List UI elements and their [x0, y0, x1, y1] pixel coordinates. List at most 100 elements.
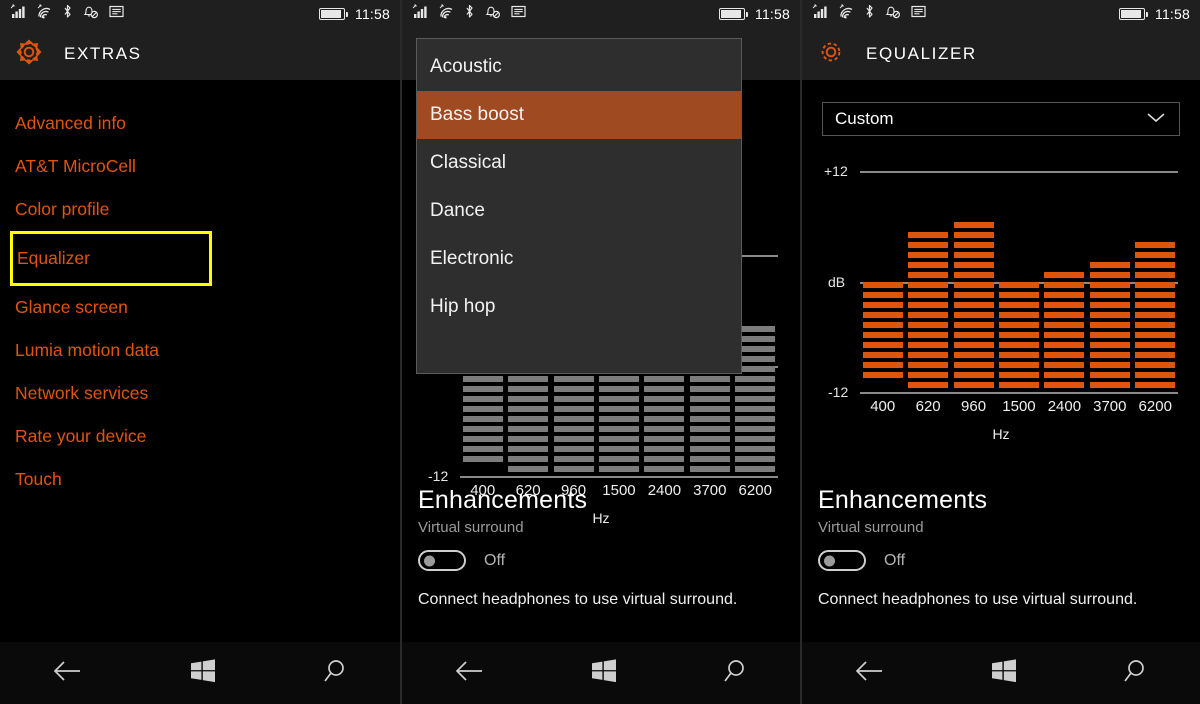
dropdown-option-classical[interactable]: Classical [417, 139, 741, 187]
eq-band-2400[interactable] [1042, 142, 1087, 422]
eq-segment [1044, 382, 1085, 388]
eq-band-620[interactable] [905, 142, 950, 422]
windows-start-icon[interactable] [589, 657, 619, 690]
eq-segment [735, 436, 776, 442]
windows-start-icon[interactable] [989, 657, 1019, 690]
eq-bar-3700[interactable] [1089, 262, 1130, 392]
eq-segment [644, 456, 685, 462]
eq-band-400[interactable] [860, 142, 905, 422]
enhancements-heading: Enhancements [418, 486, 588, 514]
eq-segment [908, 272, 949, 278]
enhancements-heading: Enhancements [818, 486, 988, 514]
preset-select[interactable]: Custom [822, 102, 1180, 136]
eq-band-960[interactable] [951, 142, 996, 422]
cellular-signal-icon [812, 4, 829, 24]
eq-segment [1044, 272, 1085, 278]
eq-segment [1044, 332, 1085, 338]
eq-segment [953, 252, 994, 258]
status-time: 11:58 [755, 6, 790, 22]
search-icon[interactable] [721, 657, 749, 690]
eq-segment [953, 312, 994, 318]
axis-label-minus12: -12 [828, 384, 849, 400]
eq-segment [908, 342, 949, 348]
virtual-surround-label: Virtual surround [818, 519, 924, 536]
eq-bar-1500[interactable] [998, 282, 1039, 392]
eq-bar-620[interactable] [908, 232, 949, 392]
status-icons [812, 4, 927, 24]
sidebar-item-network-services[interactable]: Network services [14, 372, 400, 415]
eq-band-1500[interactable] [996, 142, 1041, 422]
sidebar-item-att-microcell[interactable]: AT&T MicroCell [14, 145, 400, 188]
eq-segment [644, 376, 685, 382]
sidebar-item-advanced-info[interactable]: Advanced info [14, 102, 400, 145]
sidebar-item-equalizer[interactable]: Equalizer [10, 231, 212, 286]
eq-segment [1135, 332, 1176, 338]
virtual-surround-hint: Connect headphones to use virtual surrou… [818, 591, 1138, 608]
status-bar: 11:58 [402, 0, 800, 28]
eq-segment [689, 446, 730, 452]
dropdown-option-bass-boost[interactable]: Bass boost [417, 91, 741, 139]
eq-band-6200[interactable] [1133, 142, 1178, 422]
dropdown-option-dance[interactable]: Dance [417, 187, 741, 235]
battery-icon [319, 8, 348, 20]
eq-segment [908, 242, 949, 248]
eq-bar-2400[interactable] [644, 356, 685, 476]
eq-segment [508, 436, 549, 442]
status-bar: 11:58 [0, 0, 400, 28]
eq-segment [462, 426, 503, 432]
eq-segment [1089, 272, 1130, 278]
eq-band-3700[interactable] [1087, 142, 1132, 422]
back-arrow-icon[interactable] [51, 658, 85, 689]
dropdown-option-acoustic[interactable]: Acoustic [417, 43, 741, 91]
eq-bar-1500[interactable] [598, 366, 639, 476]
search-icon[interactable] [1121, 657, 1149, 690]
eq-segment [908, 382, 949, 388]
freq-tick-1500: 1500 [1002, 398, 1036, 415]
back-arrow-icon[interactable] [453, 658, 487, 689]
eq-segment [1135, 342, 1176, 348]
back-arrow-icon[interactable] [853, 658, 887, 689]
sidebar-item-touch[interactable]: Touch [14, 458, 400, 501]
eq-segment [553, 436, 594, 442]
sidebar-item-lumia-motion-data[interactable]: Lumia motion data [14, 329, 400, 372]
sidebar-item-color-profile[interactable]: Color profile [14, 188, 400, 231]
eq-bar-400[interactable] [462, 366, 503, 466]
sidebar-item-glance-screen[interactable]: Glance screen [14, 286, 400, 329]
eq-segment [462, 406, 503, 412]
eq-segment [735, 456, 776, 462]
eq-segment [598, 466, 639, 472]
windows-start-icon[interactable] [188, 657, 218, 690]
eq-segment [553, 406, 594, 412]
eq-bar-400[interactable] [862, 282, 903, 382]
eq-bar-6200[interactable] [1135, 242, 1176, 392]
frequency-tick-labels: 400 620 960 1500 2400 3700 6200 [860, 398, 1178, 415]
status-bar: 11:58 [802, 0, 1200, 28]
dropdown-option-electronic[interactable]: Electronic [417, 235, 741, 283]
eq-segment [644, 446, 685, 452]
eq-segment [689, 376, 730, 382]
freq-tick-960: 960 [961, 398, 987, 415]
eq-segment [1089, 262, 1130, 268]
eq-bar-960[interactable] [953, 222, 994, 392]
virtual-surround-toggle[interactable] [818, 550, 866, 571]
ringer-off-icon [82, 4, 99, 24]
preset-value: Custom [835, 109, 894, 128]
search-icon[interactable] [321, 657, 349, 690]
eq-segment [553, 386, 594, 392]
eq-segment [908, 332, 949, 338]
eq-segment [598, 426, 639, 432]
eq-bar-2400[interactable] [1044, 272, 1085, 392]
eq-segment [862, 292, 903, 298]
virtual-surround-toggle[interactable] [418, 550, 466, 571]
dropdown-option-hip-hop[interactable]: Hip hop [417, 283, 741, 331]
chevron-down-icon [1145, 109, 1167, 129]
eq-segment [1044, 372, 1085, 378]
eq-segment [908, 282, 949, 288]
eq-segment [1044, 282, 1085, 288]
eq-segment [598, 456, 639, 462]
status-time: 11:58 [355, 6, 390, 22]
equalizer-bars[interactable] [860, 142, 1178, 422]
sidebar-item-rate-your-device[interactable]: Rate your device [14, 415, 400, 458]
eq-segment [462, 386, 503, 392]
preset-dropdown-list[interactable]: CustomAcousticBass boostClassicalDanceEl… [416, 38, 742, 374]
